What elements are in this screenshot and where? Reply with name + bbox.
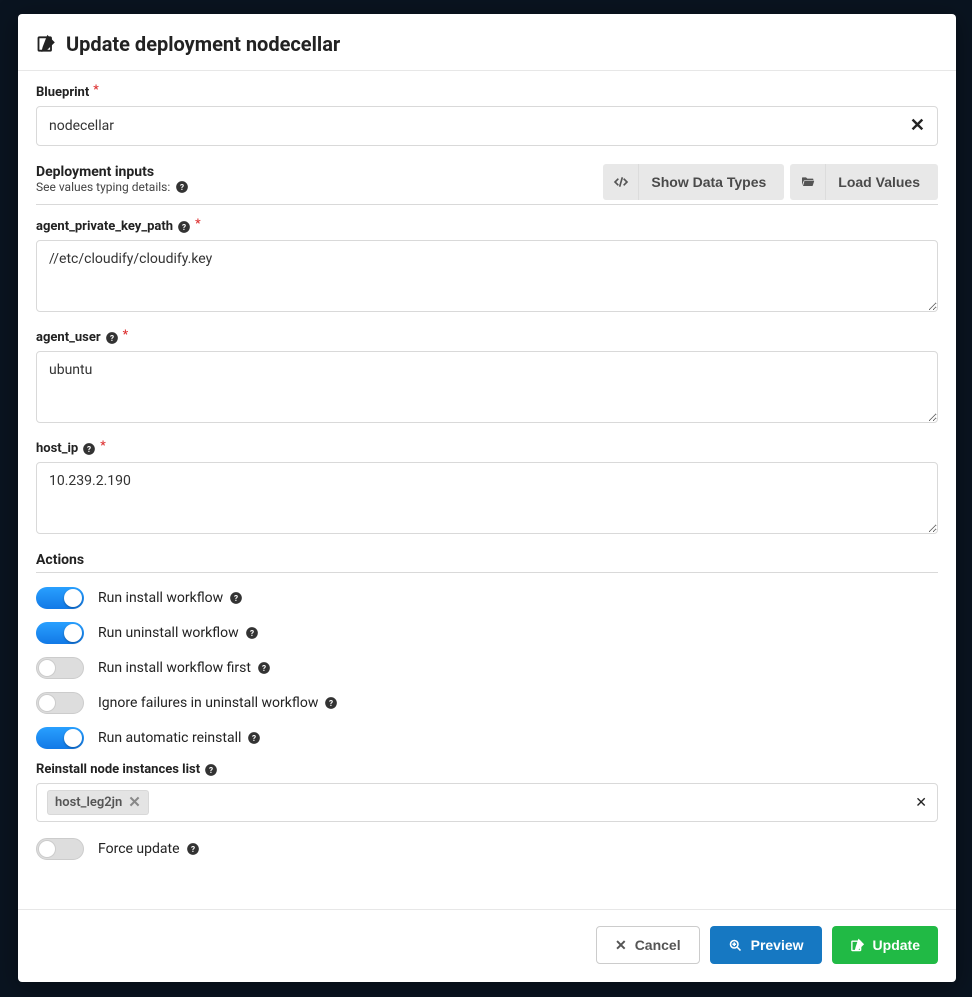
help-icon[interactable]: ? [245,626,259,640]
auto-reinstall-toggle[interactable] [36,727,84,749]
deployment-inputs-section-header: Deployment inputs See values typing deta… [36,164,938,205]
update-deployment-modal: Update deployment nodecellar Blueprint *… [18,14,956,982]
help-icon[interactable]: ? [105,331,119,345]
edit-icon [850,938,865,953]
force-update-toggle[interactable] [36,838,84,860]
modal-header: Update deployment nodecellar [18,14,956,71]
install-first-label: Run install workflow first [98,660,251,676]
ignore-failures-label: Ignore failures in uninstall workflow [98,695,318,711]
svg-text:?: ? [190,844,194,854]
load-values-button[interactable]: Load Values [790,164,938,200]
clear-blueprint-icon[interactable]: ✕ [910,117,925,135]
help-icon[interactable]: ? [186,842,200,856]
modal-body: Blueprint * nodecellar ✕ Deployment inpu… [18,71,956,860]
deployment-inputs-subtitle: See values typing details: ? [36,180,189,194]
svg-text:?: ? [180,182,184,192]
actions-header: Actions [36,552,938,573]
help-icon[interactable]: ? [204,763,218,777]
close-icon: ✕ [615,937,627,954]
ignore-failures-toggle[interactable] [36,692,84,714]
agent-user-label: agent_user ? * [36,330,938,345]
help-icon[interactable]: ? [229,591,243,605]
svg-text:?: ? [250,628,254,638]
code-icon [603,164,639,200]
svg-text:?: ? [329,698,333,708]
required-asterisk: * [93,82,98,96]
clear-multiselect-icon[interactable]: ✕ [915,795,927,811]
edit-icon [36,34,56,54]
run-install-toggle[interactable] [36,587,84,609]
force-update-label: Force update [98,841,180,857]
required-asterisk: * [123,327,128,341]
help-icon[interactable]: ? [324,696,338,710]
show-data-types-button[interactable]: Show Data Types [603,164,784,200]
help-icon[interactable]: ? [82,442,96,456]
remove-chip-icon[interactable]: ✕ [128,795,141,810]
run-install-label: Run install workflow [98,590,223,606]
help-icon[interactable]: ? [177,220,191,234]
host-ip-label: host_ip ? * [36,441,938,456]
modal-footer: ✕ Cancel Preview Update [18,909,956,982]
blueprint-label: Blueprint * [36,85,938,100]
reinstall-list-label: Reinstall node instances list ? [36,762,938,777]
update-button[interactable]: Update [832,926,938,964]
svg-text:?: ? [262,663,266,673]
svg-text:?: ? [182,221,186,231]
agent-private-key-path-label: agent_private_key_path ? * [36,219,938,234]
preview-button[interactable]: Preview [710,926,822,964]
blueprint-value: nodecellar [49,118,114,134]
svg-text:?: ? [234,593,238,603]
svg-text:?: ? [252,733,256,743]
host-ip-input[interactable] [36,462,938,534]
reinstall-list-multiselect[interactable]: host_leg2jn ✕ ✕ [36,783,938,822]
svg-text:?: ? [87,443,91,453]
svg-text:?: ? [209,764,213,774]
agent-user-input[interactable] [36,351,938,423]
run-uninstall-toggle[interactable] [36,622,84,644]
folder-open-icon [790,164,826,200]
auto-reinstall-label: Run automatic reinstall [98,730,241,746]
blueprint-dropdown[interactable]: nodecellar ✕ [36,106,938,146]
help-icon[interactable]: ? [247,731,261,745]
zoom-icon [728,938,743,953]
deployment-inputs-title: Deployment inputs [36,164,189,180]
required-asterisk: * [100,438,105,452]
install-first-toggle[interactable] [36,657,84,679]
cancel-button[interactable]: ✕ Cancel [596,926,700,964]
svg-text:?: ? [110,332,114,342]
help-icon[interactable]: ? [257,661,271,675]
required-asterisk: * [195,216,200,230]
help-icon[interactable]: ? [175,180,189,194]
reinstall-chip: host_leg2jn ✕ [47,790,149,815]
modal-title: Update deployment nodecellar [66,32,340,56]
run-uninstall-label: Run uninstall workflow [98,625,239,641]
agent-private-key-path-input[interactable] [36,240,938,312]
